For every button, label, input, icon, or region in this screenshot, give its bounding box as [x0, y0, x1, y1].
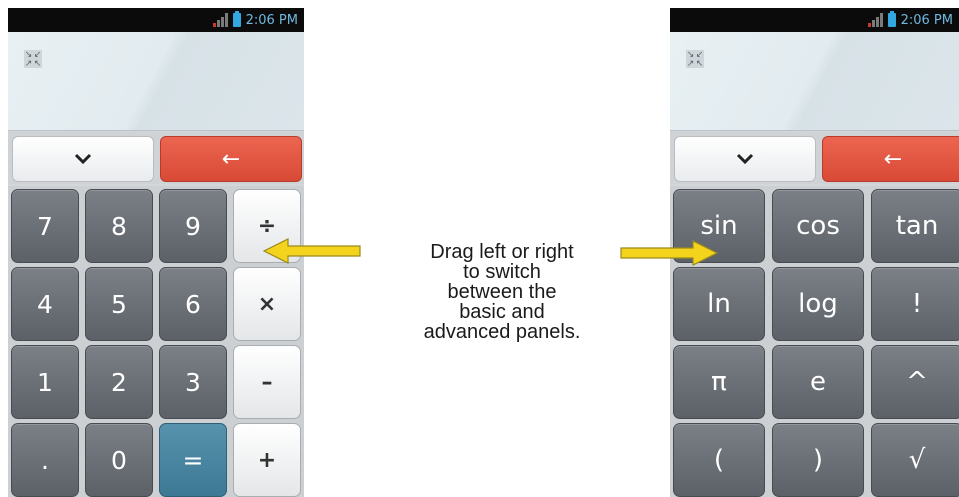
pi-key[interactable]: π: [673, 345, 765, 419]
basic-keypad: 7 8 9 ÷ 4 5 6 × 1 2 3–. 0 = +: [8, 186, 304, 497]
top-controls: ←: [8, 132, 304, 184]
equals-key[interactable]: =: [159, 423, 227, 497]
8-key[interactable]: 8: [85, 189, 153, 263]
battery-icon: [232, 11, 241, 27]
e-key[interactable]: e: [772, 345, 864, 419]
status-time: 2:06 PM: [245, 12, 298, 28]
backspace-button[interactable]: ←: [822, 136, 959, 182]
caption-line: Drag left or right: [430, 241, 574, 263]
signal-icon: [867, 13, 883, 27]
decimal-point-key[interactable]: .: [11, 423, 79, 497]
battery-icon: [887, 11, 896, 27]
top-controls: ←: [670, 132, 959, 184]
5-key[interactable]: 5: [85, 267, 153, 341]
caption-line: to switch: [463, 261, 541, 283]
status-time: 2:06 PM: [900, 12, 953, 28]
collapse-keypad-button[interactable]: [12, 136, 154, 182]
7-key[interactable]: 7: [11, 189, 79, 263]
plus-key[interactable]: +: [233, 423, 301, 497]
square-root-key[interactable]: √: [871, 423, 959, 497]
ln-key[interactable]: ln: [673, 267, 765, 341]
instruction-caption: Drag left or right to switch between the…: [382, 242, 622, 342]
0-key[interactable]: 0: [85, 423, 153, 497]
6-key[interactable]: 6: [159, 267, 227, 341]
right-arrow-icon: [620, 240, 719, 266]
backspace-arrow-icon: ←: [883, 146, 903, 172]
caption-line: between the: [447, 281, 557, 303]
advanced-keypad: sin cos tan ln log! π e ^() √: [670, 186, 959, 497]
collapse-arrows-icon[interactable]: ↘ ↙ ↗ ↖: [686, 50, 704, 68]
collapse-arrows-icon[interactable]: ↘ ↙ ↗ ↖: [24, 50, 42, 68]
4-key[interactable]: 4: [11, 267, 79, 341]
caption-line: advanced panels.: [423, 321, 581, 343]
basic-calculator-screen: 2:06 PM ↘ ↙ ↗ ↖ ← 7 8 9 ÷ 4 5 6 × 1 2 3–. 0 = +: [8, 8, 304, 497]
left-arrow-icon: [262, 238, 361, 264]
cos-key[interactable]: cos: [772, 189, 864, 263]
minus-key[interactable]: –: [233, 345, 301, 419]
open-paren-key[interactable]: (: [673, 423, 765, 497]
9-key[interactable]: 9: [159, 189, 227, 263]
calculator-display[interactable]: ↘ ↙ ↗ ↖: [670, 32, 959, 131]
factorial-key[interactable]: !: [871, 267, 959, 341]
log-key[interactable]: log: [772, 267, 864, 341]
backspace-arrow-icon: ←: [221, 146, 241, 172]
chevron-down-icon: [736, 153, 754, 165]
power-key[interactable]: ^: [871, 345, 959, 419]
2-key[interactable]: 2: [85, 345, 153, 419]
collapse-keypad-button[interactable]: [674, 136, 816, 182]
signal-icon: [212, 13, 228, 27]
status-bar: 2:06 PM: [670, 8, 959, 32]
multiply-key[interactable]: ×: [233, 267, 301, 341]
status-bar: 2:06 PM: [8, 8, 304, 32]
close-paren-key[interactable]: ): [772, 423, 864, 497]
backspace-button[interactable]: ←: [160, 136, 302, 182]
3-key[interactable]: 3: [159, 345, 227, 419]
caption-line: basic and: [459, 301, 545, 323]
calculator-display[interactable]: ↘ ↙ ↗ ↖: [8, 32, 304, 131]
tan-key[interactable]: tan: [871, 189, 959, 263]
1-key[interactable]: 1: [11, 345, 79, 419]
chevron-down-icon: [74, 153, 92, 165]
